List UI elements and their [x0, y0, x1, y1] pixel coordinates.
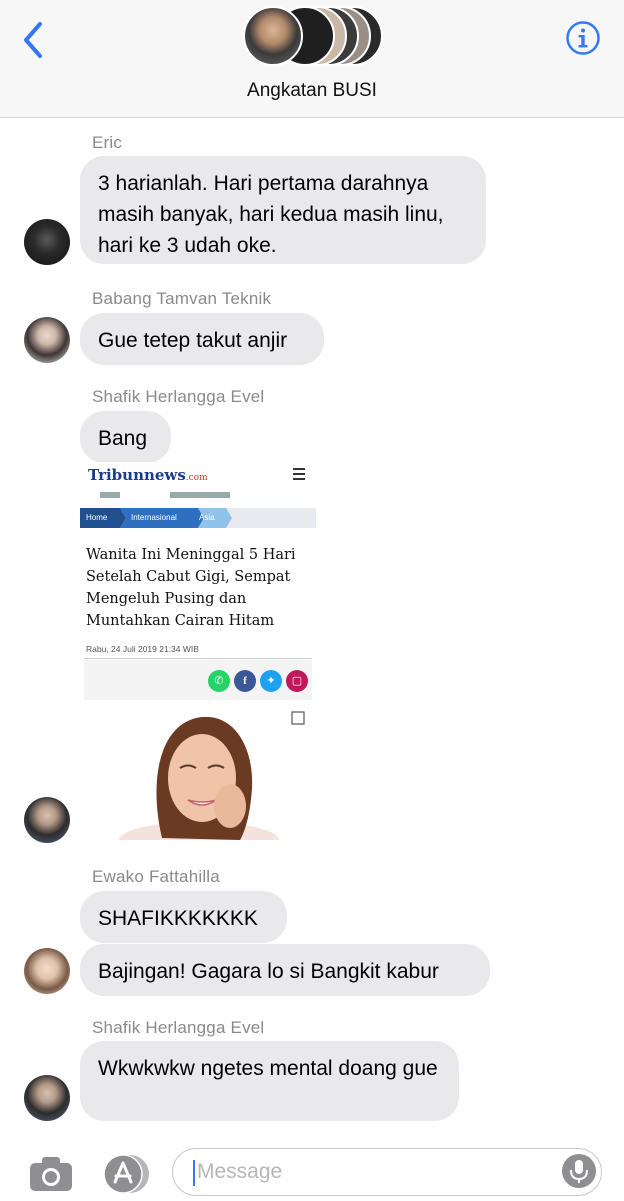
sender-name: Shafik Herlangga Evel: [92, 387, 265, 406]
member-avatar: [243, 6, 303, 66]
chat-header: Angkatan BUSI: [0, 0, 624, 118]
divider: [84, 658, 312, 659]
whatsapp-icon: ✆: [208, 670, 230, 692]
avatar[interactable]: [24, 948, 70, 994]
group-title[interactable]: Angkatan BUSI: [0, 80, 624, 102]
back-button[interactable]: [18, 20, 48, 60]
shared-article-image[interactable]: Tribunnews.com Home Internasional Asia W…: [80, 462, 316, 840]
sender-name: Ewako Fattahilla: [92, 867, 220, 886]
message-bubble[interactable]: SHAFIKKKKKKK: [80, 891, 287, 943]
app-store-button[interactable]: [100, 1152, 150, 1196]
chevron-left-icon: [24, 22, 42, 58]
message-input[interactable]: [197, 1157, 557, 1187]
sender-name: Shafik Herlangga Evel: [92, 1018, 265, 1037]
facebook-icon: f: [234, 670, 256, 692]
avatar[interactable]: [24, 1075, 70, 1121]
message-bubble[interactable]: Bang: [80, 411, 171, 463]
breadcrumb-item: Internasional: [131, 513, 177, 522]
article-photo: [84, 708, 310, 840]
article-headline: Wanita Ini Meninggal 5 Hari Setelah Cabu…: [86, 547, 296, 629]
site-logo: Tribunnews.com: [88, 466, 208, 484]
info-icon: [566, 21, 600, 55]
camera-icon: [30, 1157, 72, 1191]
avatar[interactable]: [24, 219, 70, 265]
message-bubble[interactable]: Gue tetep takut anjir: [80, 313, 324, 365]
breadcrumb: Home Internasional Asia: [80, 508, 316, 528]
camera-button[interactable]: [28, 1154, 74, 1194]
info-button[interactable]: [565, 20, 601, 56]
message-field[interactable]: [172, 1148, 602, 1196]
composer-bar: [0, 1140, 624, 1200]
sender-name: Babang Tamvan Teknik: [92, 289, 272, 308]
microphone-icon: [570, 1160, 588, 1183]
twitter-icon: ✦: [260, 670, 282, 692]
group-avatar-stack[interactable]: [243, 6, 383, 68]
article-date: Rabu, 24 Juli 2019 21:34 WIB: [86, 644, 199, 654]
mic-button[interactable]: [562, 1154, 596, 1188]
message-bubble[interactable]: 3 harianlah. Hari pertama darahnya masih…: [80, 156, 486, 264]
text-caret: [193, 1160, 195, 1186]
avatar[interactable]: [24, 797, 70, 843]
comment-icon: ▢: [286, 670, 308, 692]
sender-name: Eric: [92, 133, 123, 152]
message-bubble[interactable]: Wkwkwkw ngetes mental doang gue: [80, 1041, 459, 1121]
breadcrumb-item: Asia: [199, 513, 215, 522]
app-store-icon: [103, 1154, 149, 1194]
hamburger-icon: [293, 468, 305, 483]
nav-strip: [80, 492, 316, 498]
share-bar: ✆ f ✦ ▢: [84, 660, 312, 700]
breadcrumb-item: Home: [86, 513, 108, 522]
message-bubble[interactable]: Bajingan! Gagara lo si Bangkit kabur: [80, 944, 490, 996]
avatar[interactable]: [24, 317, 70, 363]
